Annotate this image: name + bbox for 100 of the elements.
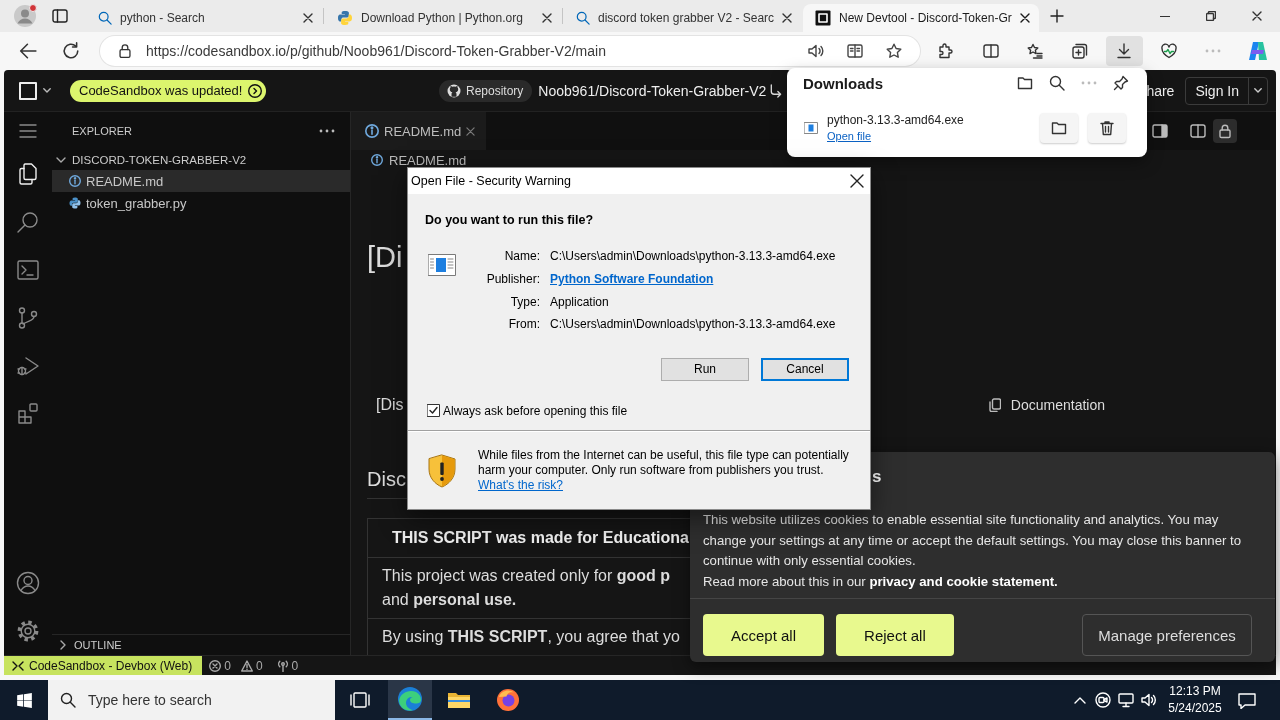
sign-in-button[interactable]: Sign In bbox=[1185, 76, 1268, 105]
show-in-folder-button[interactable] bbox=[1040, 112, 1078, 143]
problems-button[interactable]: 0 0 bbox=[209, 658, 263, 673]
favorites-icon[interactable] bbox=[1027, 43, 1044, 59]
caret-icon[interactable] bbox=[1254, 88, 1262, 93]
close-icon[interactable] bbox=[850, 174, 864, 188]
close-icon[interactable] bbox=[1020, 13, 1030, 23]
downloads-button[interactable] bbox=[1106, 36, 1143, 66]
lock-icon[interactable] bbox=[1213, 119, 1237, 143]
pin-icon[interactable] bbox=[1113, 75, 1129, 91]
search-icon[interactable] bbox=[16, 210, 40, 234]
publisher-link[interactable]: Python Software Foundation bbox=[550, 272, 714, 287]
browser-tab[interactable]: discord token grabber V2 - Searc bbox=[564, 4, 800, 32]
network-icon[interactable] bbox=[1117, 692, 1134, 708]
tree-folder[interactable]: DISCORD-TOKEN-GRABBER-V2 bbox=[52, 150, 350, 170]
start-icon[interactable] bbox=[16, 692, 32, 708]
chevron-up-icon[interactable] bbox=[1073, 696, 1086, 704]
lock-icon[interactable] bbox=[118, 44, 132, 58]
task-view-icon[interactable] bbox=[350, 692, 370, 708]
trash-icon bbox=[1099, 119, 1115, 136]
risk-link[interactable]: What's the risk? bbox=[478, 477, 563, 493]
active-taskbar-button[interactable] bbox=[388, 680, 432, 720]
taskbar-search-field[interactable]: Type here to search bbox=[48, 680, 335, 720]
tree-file[interactable]: README.md bbox=[52, 170, 350, 192]
avatar-icon[interactable] bbox=[13, 4, 37, 28]
search-icon[interactable] bbox=[1049, 75, 1065, 91]
cookie-button[interactable]: Manage preferences bbox=[1082, 614, 1252, 656]
new-tab-icon[interactable] bbox=[1050, 9, 1064, 23]
badge-alt-text: [Dis bbox=[376, 396, 404, 414]
close-icon[interactable] bbox=[303, 13, 313, 23]
heart-pulse-icon[interactable] bbox=[1160, 43, 1177, 59]
account-icon[interactable] bbox=[16, 571, 40, 595]
dialog-button[interactable]: Run bbox=[661, 357, 749, 381]
tab-actions-icon[interactable] bbox=[52, 8, 68, 24]
chevron-right-icon bbox=[248, 83, 263, 98]
close-icon[interactable] bbox=[1252, 11, 1262, 21]
folder-icon bbox=[1051, 119, 1067, 136]
tree-file[interactable]: token_grabber.py bbox=[52, 192, 350, 214]
speaker-icon[interactable] bbox=[808, 43, 824, 59]
split-screen-icon[interactable] bbox=[982, 43, 999, 59]
back-arrow-icon[interactable] bbox=[19, 42, 37, 60]
volume-icon[interactable] bbox=[1140, 692, 1157, 708]
book-icon[interactable] bbox=[847, 43, 863, 59]
extensions-icon[interactable] bbox=[16, 402, 40, 426]
repository-button[interactable]: Repository bbox=[439, 79, 533, 102]
remote-icon bbox=[12, 659, 24, 672]
explorer-title: EXPLORER bbox=[72, 125, 132, 137]
run-debug-icon[interactable] bbox=[16, 354, 40, 378]
update-notice-button[interactable]: CodeSandbox was updated! bbox=[70, 79, 267, 102]
files-icon[interactable] bbox=[16, 162, 40, 186]
readme-title: [Di bbox=[367, 241, 403, 273]
table-row-text: By using THIS SCRIPT, you agree that yo bbox=[382, 628, 680, 645]
camera-icon[interactable] bbox=[1094, 692, 1111, 708]
square-logo-icon[interactable] bbox=[19, 81, 37, 100]
puzzle-icon[interactable] bbox=[938, 43, 955, 59]
dialog-title: Open File - Security Warning bbox=[411, 174, 571, 188]
branch-icon[interactable] bbox=[16, 306, 40, 330]
open-file-link[interactable]: Open file bbox=[827, 130, 872, 142]
close-icon[interactable] bbox=[542, 13, 552, 23]
cookie-button[interactable]: Accept all bbox=[703, 614, 825, 656]
app-logo-icon[interactable] bbox=[1247, 41, 1268, 61]
browser-tab[interactable]: New Devtool - Discord-Token-Gr bbox=[803, 4, 1039, 32]
sidebar-toggle-icon[interactable] bbox=[1152, 123, 1168, 139]
dialog-button[interactable]: Cancel bbox=[761, 357, 849, 381]
broadcast-icon bbox=[276, 659, 289, 672]
fox-logo-icon[interactable] bbox=[496, 688, 520, 712]
cookie-button[interactable]: Reject all bbox=[836, 614, 954, 656]
ports-button[interactable]: 0 bbox=[276, 658, 299, 673]
menu-icon[interactable] bbox=[19, 124, 37, 138]
share-button[interactable]: hare bbox=[1146, 82, 1175, 99]
notification-icon[interactable] bbox=[1238, 691, 1256, 709]
field-label: Name: bbox=[504, 249, 540, 264]
table-heading-text: THIS SCRIPT was made for Educationa bbox=[392, 529, 689, 547]
folder-icon[interactable] bbox=[1017, 75, 1033, 91]
privacy-link[interactable]: privacy and cookie statement. bbox=[869, 573, 1058, 589]
delete-button[interactable] bbox=[1088, 112, 1126, 143]
folder-icon[interactable] bbox=[447, 690, 471, 710]
documentation-link[interactable]: Documentation bbox=[988, 397, 1105, 413]
close-icon[interactable] bbox=[782, 13, 793, 23]
split-editor-icon[interactable] bbox=[1190, 123, 1206, 139]
browser-tab[interactable]: Download Python | Python.org bbox=[325, 4, 561, 32]
remote-status-button[interactable]: CodeSandbox - Devbox (Web) bbox=[4, 656, 203, 675]
search-icon bbox=[576, 11, 590, 25]
star-icon[interactable] bbox=[886, 43, 902, 59]
minimize-icon[interactable] bbox=[1160, 15, 1170, 17]
more-icon[interactable] bbox=[319, 129, 335, 133]
cookie-text: This website utilizes cookies to enable essential site functionality and analytics. You may change your settings at any time or accept the default settings. You may close this banner to continue with only essential cookies. bbox=[703, 511, 1243, 570]
address-bar[interactable]: https://codesandbox.io/p/github/Noob961/Discord-Token-Grabber-V2/main bbox=[100, 36, 920, 66]
settings-icon[interactable] bbox=[16, 619, 40, 643]
terminal-icon[interactable] bbox=[16, 258, 40, 282]
collections-icon[interactable] bbox=[1071, 43, 1088, 59]
turn-arrow-icon[interactable] bbox=[769, 83, 783, 98]
section-heading: Disc bbox=[367, 468, 406, 490]
breadcrumb[interactable]: README.md bbox=[389, 152, 467, 168]
editor-tab[interactable]: README.md bbox=[351, 112, 486, 150]
caret-icon[interactable] bbox=[43, 88, 51, 93]
checkbox[interactable] bbox=[427, 404, 440, 418]
browser-tab[interactable]: python - Search bbox=[86, 4, 322, 32]
restore-icon[interactable] bbox=[1206, 11, 1216, 21]
refresh-icon[interactable] bbox=[62, 42, 80, 60]
